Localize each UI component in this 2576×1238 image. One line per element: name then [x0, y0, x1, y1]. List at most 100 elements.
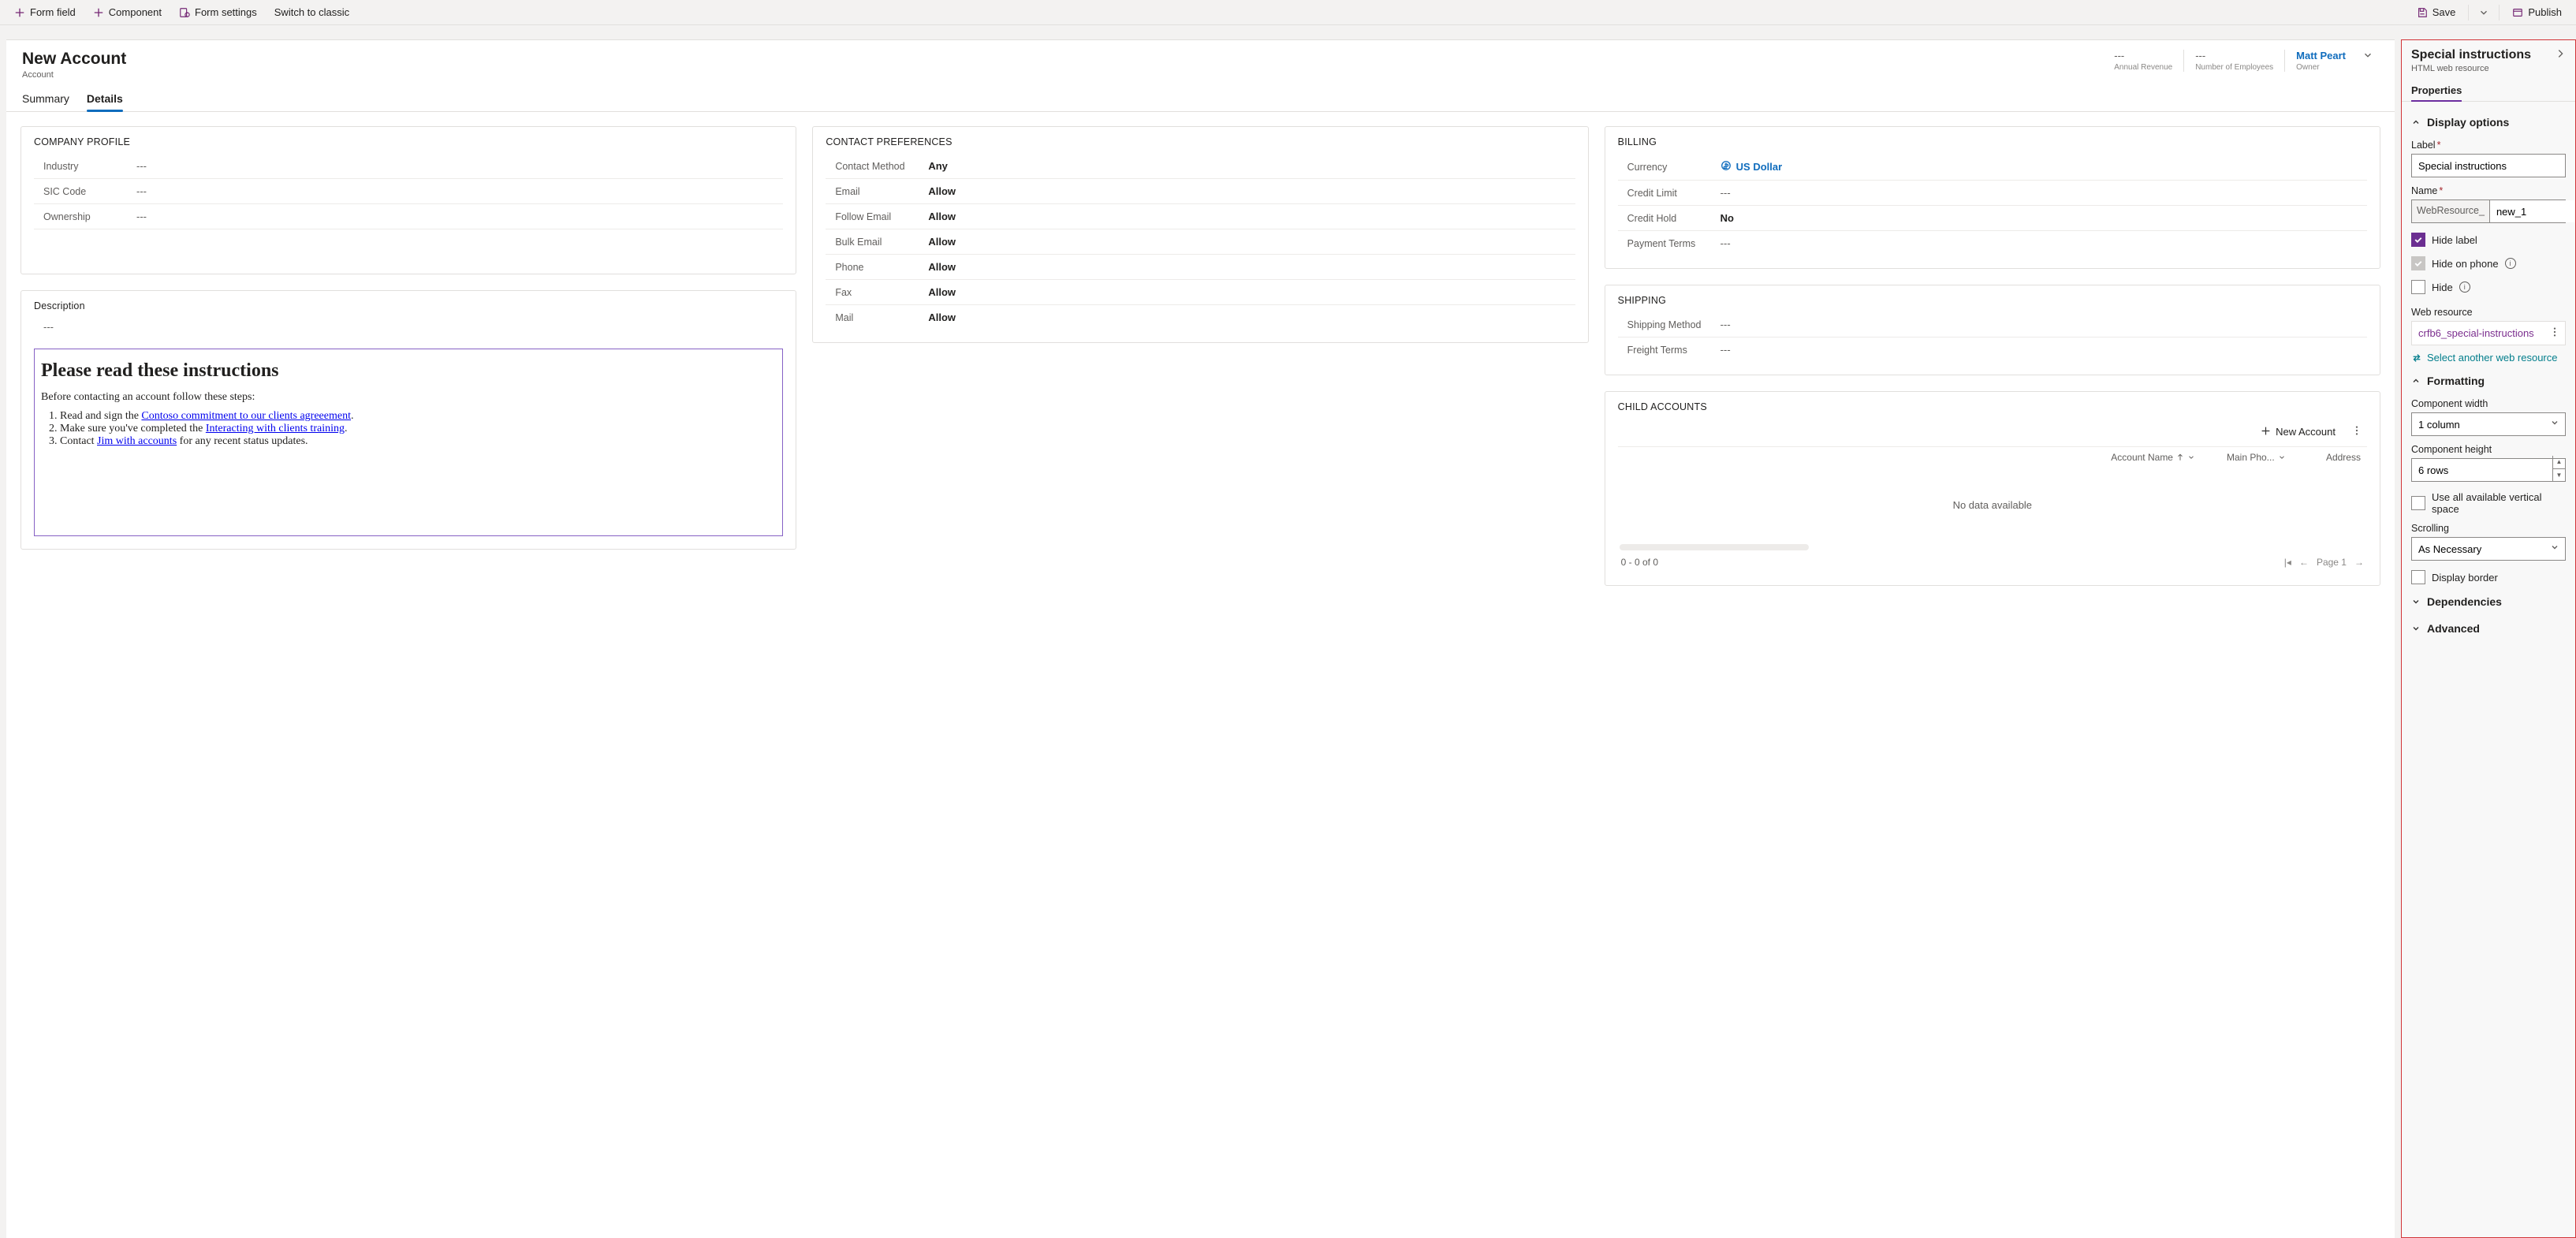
- tab-properties[interactable]: Properties: [2411, 80, 2462, 101]
- info-icon[interactable]: i: [2459, 282, 2470, 293]
- hide-phone-checkbox: [2411, 256, 2425, 270]
- sort-asc-icon: [2176, 453, 2184, 461]
- webresource-special-instructions[interactable]: Please read these instructions Before co…: [34, 349, 783, 536]
- field-bulk-email[interactable]: Bulk Email Allow: [826, 229, 1575, 255]
- col-main-phone[interactable]: Main Pho...: [2227, 452, 2306, 463]
- field-follow-email[interactable]: Follow Email Allow: [826, 204, 1575, 229]
- panel-collapse-button[interactable]: [2555, 48, 2566, 62]
- select-another-web-resource-link[interactable]: Select another web resource: [2411, 352, 2566, 364]
- section-dependencies[interactable]: Dependencies: [2411, 592, 2566, 611]
- section-advanced[interactable]: Advanced: [2411, 619, 2566, 638]
- name-input[interactable]: [2490, 200, 2576, 222]
- label-input[interactable]: [2411, 154, 2566, 177]
- field-credit-limit[interactable]: Credit Limit ---: [1618, 181, 2367, 206]
- field-phone[interactable]: Phone Allow: [826, 255, 1575, 280]
- form-canvas: New Account Account --- Annual Revenue -…: [6, 39, 2395, 1238]
- grid-first-page[interactable]: |◂: [2284, 557, 2291, 568]
- name-input-group: WebResource_: [2411, 199, 2566, 223]
- grid-more-button[interactable]: [2347, 422, 2367, 442]
- stat-revenue[interactable]: --- Annual Revenue: [2103, 50, 2183, 72]
- instructions-heading: Please read these instructions: [41, 360, 776, 382]
- grid-prev-page[interactable]: ←: [2299, 557, 2309, 568]
- grid-scrollbar[interactable]: [1620, 544, 1809, 550]
- section-display-options[interactable]: Display options: [2411, 113, 2566, 132]
- save-dropdown-button[interactable]: [2473, 4, 2494, 21]
- info-icon[interactable]: i: [2505, 258, 2516, 269]
- height-step-up[interactable]: ▲: [2553, 456, 2565, 469]
- col-account-name[interactable]: Account Name: [1624, 452, 2227, 463]
- component-label: Component: [109, 6, 162, 18]
- form-settings-label: Form settings: [195, 6, 257, 18]
- chevron-down-icon: [2478, 7, 2489, 18]
- grid-next-page[interactable]: →: [2354, 557, 2364, 568]
- header-expand-button[interactable]: [2357, 50, 2379, 61]
- use-vertical-space-row: Use all available vertical space: [2411, 491, 2566, 515]
- grid-count: 0 - 0 of 0: [1621, 557, 1658, 568]
- form-field-label: Form field: [30, 6, 76, 18]
- currency-icon: [1720, 160, 1732, 173]
- field-industry[interactable]: Industry ---: [34, 154, 783, 179]
- hide-checkbox-row: Hide i: [2411, 280, 2566, 294]
- child-accounts-title: CHILD ACCOUNTS: [1618, 401, 2367, 412]
- display-border-checkbox[interactable]: [2411, 570, 2425, 584]
- use-vertical-space-checkbox[interactable]: [2411, 496, 2425, 510]
- web-resource-more-button[interactable]: [2549, 326, 2560, 340]
- section-description[interactable]: Description --- Please read these instru…: [21, 290, 796, 550]
- web-resource-label: Web resource: [2411, 307, 2566, 318]
- form-field-button[interactable]: Form field: [6, 3, 84, 21]
- switch-classic-button[interactable]: Switch to classic: [267, 3, 357, 21]
- field-ownership[interactable]: Ownership ---: [34, 204, 783, 229]
- stat-employees[interactable]: --- Number of Employees: [2183, 50, 2284, 72]
- publish-button[interactable]: Publish: [2504, 3, 2570, 21]
- separator: [2468, 5, 2469, 21]
- instructions-step-2: Make sure you've completed the Interacti…: [60, 423, 776, 435]
- save-icon: [2417, 7, 2428, 18]
- page-title: New Account: [22, 50, 126, 69]
- field-freight-terms[interactable]: Freight Terms ---: [1618, 337, 2367, 362]
- jim-accounts-link[interactable]: Jim with accounts: [97, 435, 177, 447]
- separator: [2499, 5, 2500, 21]
- switch-classic-label: Switch to classic: [274, 6, 349, 18]
- component-width-label: Component width: [2411, 398, 2566, 409]
- field-currency[interactable]: Currency US Dollar: [1618, 154, 2367, 181]
- stat-owner[interactable]: Matt Peart Owner: [2284, 50, 2357, 72]
- save-button[interactable]: Save: [2409, 3, 2464, 21]
- form-settings-button[interactable]: Form settings: [171, 3, 265, 21]
- contoso-agreement-link[interactable]: Contoso commitment to our clients agreee…: [141, 410, 351, 422]
- section-child-accounts[interactable]: CHILD ACCOUNTS New Account: [1605, 391, 2380, 586]
- instructions-intro: Before contacting an account follow thes…: [41, 391, 776, 404]
- field-payment-terms[interactable]: Payment Terms ---: [1618, 231, 2367, 255]
- section-formatting[interactable]: Formatting: [2411, 371, 2566, 390]
- clients-training-link[interactable]: Interacting with clients training: [206, 423, 345, 434]
- plus-icon: [14, 7, 25, 18]
- field-contact-method[interactable]: Contact Method Any: [826, 154, 1575, 179]
- new-account-button[interactable]: New Account: [2256, 423, 2340, 442]
- field-credit-hold[interactable]: Credit Hold No: [1618, 206, 2367, 231]
- plus-icon: [2261, 426, 2271, 438]
- hide-checkbox[interactable]: [2411, 280, 2425, 294]
- tab-summary[interactable]: Summary: [22, 88, 69, 111]
- section-shipping[interactable]: SHIPPING Shipping Method --- Freight Ter…: [1605, 285, 2380, 375]
- field-fax[interactable]: Fax Allow: [826, 280, 1575, 305]
- section-billing[interactable]: BILLING Currency US Dollar Credit Limit …: [1605, 126, 2380, 269]
- form-tabs: Summary Details: [6, 80, 2395, 112]
- component-button[interactable]: Component: [85, 3, 170, 21]
- section-contact-preferences[interactable]: CONTACT PREFERENCES Contact Method Any E…: [812, 126, 1588, 343]
- field-mail[interactable]: Mail Allow: [826, 305, 1575, 330]
- web-resource-chip[interactable]: crfb6_special-instructions: [2411, 321, 2566, 345]
- scrolling-select[interactable]: [2411, 537, 2566, 561]
- tab-details[interactable]: Details: [87, 88, 123, 111]
- component-height-label: Component height: [2411, 444, 2566, 455]
- hide-label-checkbox[interactable]: [2411, 233, 2425, 247]
- name-label: Name*: [2411, 185, 2566, 196]
- chevron-down-icon: [2187, 453, 2195, 461]
- field-sic-code[interactable]: SIC Code ---: [34, 179, 783, 204]
- col-address[interactable]: Address: [2306, 452, 2361, 463]
- field-email[interactable]: Email Allow: [826, 179, 1575, 204]
- component-width-select[interactable]: [2411, 412, 2566, 436]
- height-step-down[interactable]: ▼: [2553, 469, 2565, 482]
- section-company-profile[interactable]: COMPANY PROFILE Industry --- SIC Code --…: [21, 126, 796, 274]
- field-shipping-method[interactable]: Shipping Method ---: [1618, 312, 2367, 337]
- chevron-up-icon: [2411, 376, 2421, 386]
- component-height-input[interactable]: [2411, 458, 2566, 482]
